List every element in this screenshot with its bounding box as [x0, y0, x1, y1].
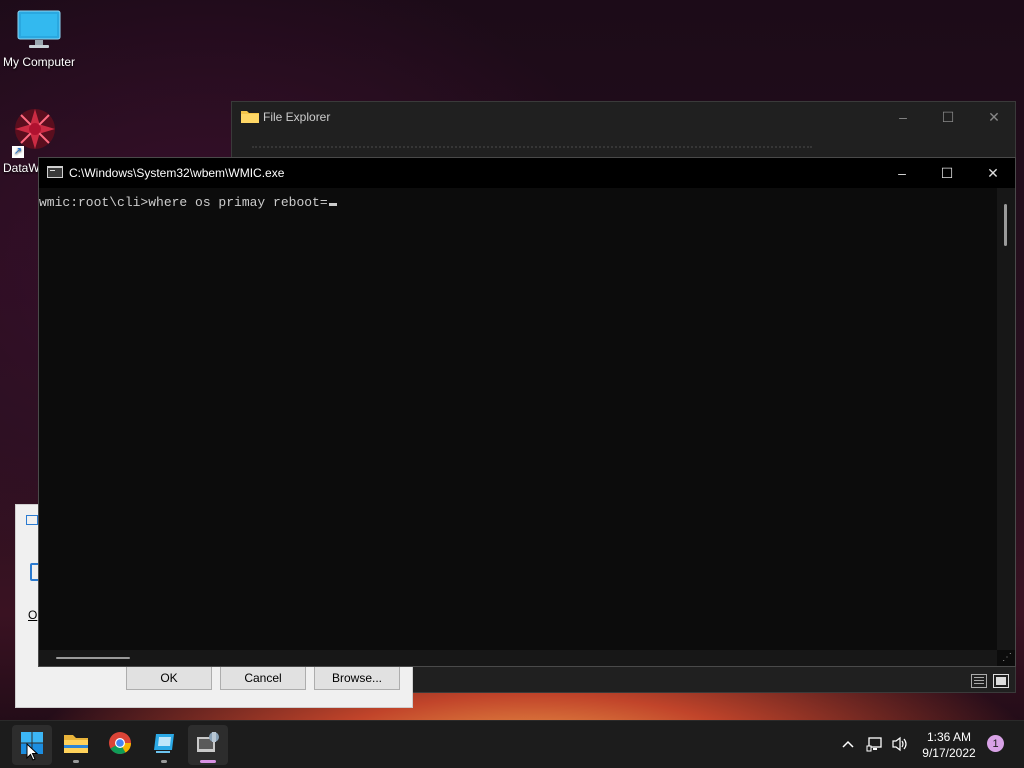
close-button[interactable]: ✕ — [971, 102, 1017, 132]
clock-date: 9/17/2022 — [922, 746, 976, 760]
network-icon[interactable] — [864, 733, 886, 755]
console-command: where os primay reboot= — [148, 195, 328, 210]
desktop-icon-my-computer[interactable]: My Computer — [0, 10, 79, 69]
console-command-line: wmic:root\cli>where os primay reboot= — [39, 195, 337, 210]
taskbar-remote-app[interactable] — [144, 725, 184, 765]
view-details-icon[interactable] — [971, 674, 987, 688]
console-titlebar[interactable]: C:\Windows\System32\wbem\WMIC.exe – ☐ ✕ — [39, 158, 1015, 188]
minimize-button[interactable]: – — [879, 158, 925, 188]
chrome-icon — [108, 731, 132, 760]
taskbar-wmic[interactable] — [188, 725, 228, 765]
file-explorer-toolbar — [232, 142, 1015, 158]
console-app-icon — [47, 165, 63, 182]
wmic-console-window[interactable]: C:\Windows\System32\wbem\WMIC.exe – ☐ ✕ … — [38, 157, 1016, 667]
active-indicator — [200, 760, 216, 763]
file-explorer-title: File Explorer — [263, 110, 331, 124]
monitor-icon — [17, 10, 61, 53]
chevron-up-icon[interactable] — [837, 733, 859, 755]
taskbar-chrome[interactable] — [100, 725, 140, 765]
horizontal-scrollbar[interactable] — [39, 650, 997, 666]
console-output[interactable]: wmic:root\cli>where os primay reboot= — [39, 188, 997, 650]
vertical-scrollbar[interactable] — [997, 188, 1015, 650]
maximize-button[interactable]: ☐ — [925, 102, 971, 132]
wmic-console-icon — [195, 731, 221, 760]
taskbar: 1:36 AM 9/17/2022 — [0, 720, 1024, 768]
remote-app-icon — [152, 732, 176, 759]
resize-grip-icon[interactable]: ⋰ — [1001, 652, 1013, 664]
minimize-button[interactable]: – — [880, 102, 926, 132]
console-prompt: wmic:root\cli> — [39, 195, 149, 210]
folder-icon — [63, 732, 89, 759]
volume-icon[interactable] — [889, 733, 911, 755]
desktop-icon-label: My Computer — [2, 55, 76, 69]
start-button[interactable] — [12, 725, 52, 765]
vertical-scroll-thumb[interactable] — [1004, 204, 1007, 246]
shortcut-arrow-icon: ↗ — [12, 146, 24, 158]
notification-badge[interactable]: 1 — [987, 735, 1004, 752]
running-indicator — [161, 760, 167, 763]
horizontal-scroll-thumb[interactable] — [56, 657, 130, 659]
toolbar-icons — [252, 146, 812, 154]
mouse-cursor-icon — [26, 742, 39, 766]
ok-button[interactable]: OK — [126, 666, 212, 690]
cancel-button[interactable]: Cancel — [220, 666, 306, 690]
view-tiles-icon[interactable] — [993, 674, 1009, 688]
clock-time: 1:36 AM — [926, 730, 972, 744]
browse-button[interactable]: Browse... — [314, 666, 400, 690]
datawave-app-icon: ↗ — [10, 105, 60, 158]
text-cursor — [328, 203, 337, 206]
file-explorer-titlebar[interactable]: File Explorer – ☐ ✕ — [232, 102, 1015, 132]
desktop-icon-label: DataW — [3, 161, 40, 175]
running-indicator — [73, 760, 79, 763]
clock[interactable]: 1:36 AM 9/17/2022 — [916, 729, 982, 761]
desktop-icon-datawave[interactable]: ↗ DataW — [0, 105, 60, 175]
close-button[interactable]: ✕ — [970, 158, 1016, 188]
dialog-open-label: O — [28, 608, 38, 622]
taskbar-file-explorer[interactable] — [56, 725, 96, 765]
maximize-button[interactable]: ☐ — [924, 158, 970, 188]
folder-icon — [241, 109, 259, 126]
console-title: C:\Windows\System32\wbem\WMIC.exe — [69, 166, 285, 180]
dialog-app-icon — [26, 515, 38, 525]
